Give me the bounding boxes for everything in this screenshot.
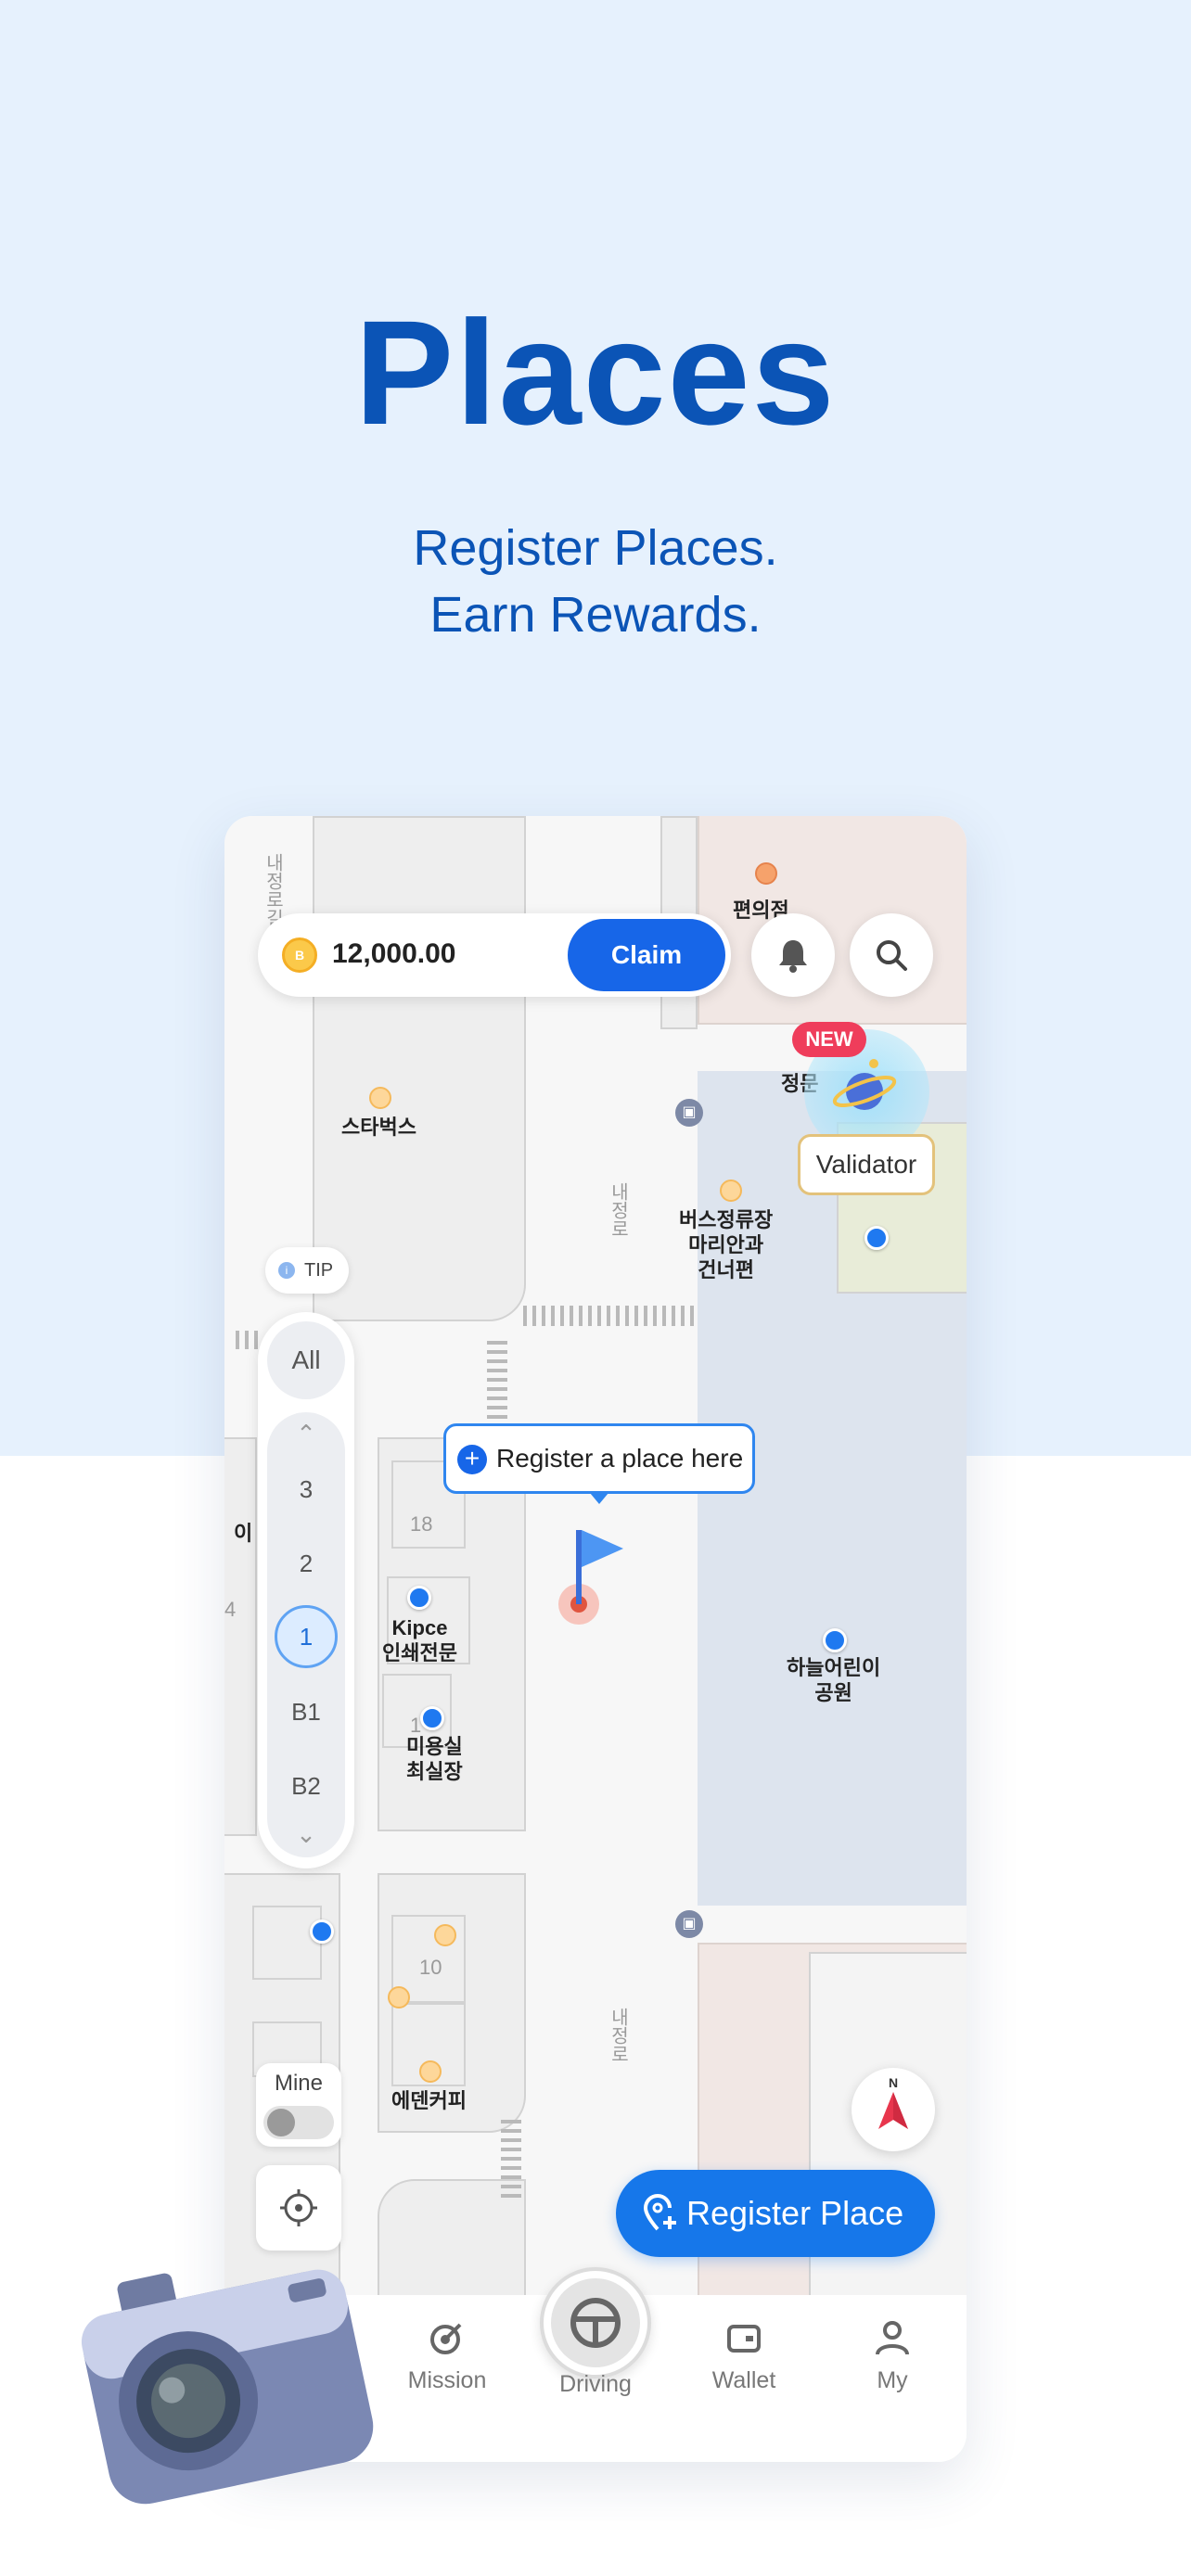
poi-label-line: 마리안과 [688, 1233, 764, 1256]
page-subtitle: Register Places. Earn Rewards. [0, 515, 1191, 648]
poi-label-line: Kipce [391, 1616, 448, 1639]
poi-label-line: 미용실 [406, 1735, 463, 1758]
tab-wallet[interactable]: Wallet [670, 2295, 818, 2462]
subtitle-line-1: Register Places. [413, 520, 778, 576]
building-number: 18 [410, 1512, 433, 1536]
poi-label-line: 공원 [814, 1681, 852, 1704]
poi-label-line: 인쇄전문 [382, 1641, 457, 1664]
phone-screen: 내정로길 내정로 내정로 편의점 스타벅스 ▣ 버스정류장 마리안과 건너편 정… [224, 816, 967, 2462]
planet-icon [832, 1059, 897, 1110]
coin-balance-bar: B 12,000.00 Claim [258, 913, 731, 997]
wallet-icon [727, 2325, 761, 2353]
poi-marker[interactable] [755, 862, 777, 885]
floor-item-b2[interactable]: B2 [267, 1772, 345, 1801]
person-icon [876, 2321, 909, 2355]
map-block [313, 816, 526, 1321]
chevron-down-icon[interactable]: ⌄ [267, 1820, 345, 1849]
new-badge: NEW [792, 1022, 866, 1057]
tip-label: TIP [304, 1260, 334, 1281]
floor-item-3[interactable]: 3 [267, 1475, 345, 1504]
poi-label-line: 건너편 [698, 1258, 754, 1282]
crosswalk [501, 2119, 521, 2198]
tooltip-arrow [590, 1493, 608, 1504]
tip-button[interactable]: i TIP [265, 1247, 349, 1294]
bus-stop-icon[interactable]: ▣ [675, 1910, 703, 1938]
tab-label: Mission [407, 2367, 487, 2393]
tab-mission[interactable]: Mission [373, 2295, 521, 2462]
crosswalk [523, 1306, 695, 1326]
poi-marker-blue[interactable] [823, 1628, 847, 1652]
building-number: 10 [419, 1956, 442, 1979]
subtitle-line-2: Earn Rewards. [429, 587, 762, 643]
floor-all-button[interactable]: All [267, 1321, 345, 1399]
claim-button[interactable]: Claim [568, 919, 725, 991]
tab-driving[interactable]: Driving [521, 2295, 670, 2462]
camera-illustration-icon [81, 2269, 374, 2505]
register-place-tooltip[interactable]: + Register a place here [443, 1423, 755, 1494]
location-plus-icon [643, 2194, 676, 2231]
map-block [224, 1437, 257, 1836]
tab-label: My [877, 2367, 908, 2393]
search-button[interactable] [850, 913, 933, 997]
poi-label-partial: 이 [234, 1522, 253, 1545]
register-place-label: Register Place [686, 2194, 904, 2232]
plus-icon: + [457, 1445, 487, 1474]
poi-marker-blue[interactable] [407, 1586, 431, 1610]
poi-marker[interactable] [388, 1986, 410, 2009]
road-label: 내정로 [608, 2008, 628, 2063]
register-place-button[interactable]: Register Place [616, 2170, 935, 2257]
register-tooltip-label: Register a place here [496, 1444, 744, 1473]
search-icon [877, 940, 907, 971]
compass-button[interactable]: N [852, 2068, 935, 2151]
compass-icon [878, 2092, 908, 2129]
chevron-up-icon[interactable]: ⌃ [267, 1420, 345, 1448]
bell-icon [779, 940, 807, 973]
info-icon: i [278, 1262, 295, 1279]
toggle-knob [267, 2109, 295, 2136]
current-location-flag-icon [558, 1530, 623, 1625]
tab-label: Wallet [711, 2367, 776, 2393]
poi-label-kipce: Kipce 인쇄전문 [382, 1615, 457, 1665]
poi-label-starbucks: 스타벅스 [341, 1116, 416, 1139]
poi-marker[interactable] [369, 1087, 391, 1109]
floor-list: ⌃ 3 2 1 B1 B2 ⌄ [267, 1412, 345, 1857]
floor-selector: All ⌃ 3 2 1 B1 B2 ⌄ [258, 1312, 354, 1868]
notifications-button[interactable] [751, 913, 835, 997]
poi-marker-blue[interactable] [310, 1919, 334, 1944]
poi-marker[interactable] [434, 1924, 456, 1946]
locate-me-button[interactable] [256, 2165, 341, 2251]
poi-label-park: 하늘어린이 공원 [787, 1655, 880, 1705]
mine-toggle[interactable] [263, 2106, 334, 2139]
poi-marker-blue[interactable] [420, 1706, 444, 1730]
validator-button[interactable]: Validator [798, 1134, 935, 1195]
mine-label: Mine [274, 2071, 324, 2096]
poi-label-bus-stop: 버스정류장 마리안과 건너편 [679, 1207, 773, 1282]
crosshair-icon [280, 2189, 317, 2226]
mission-icon [430, 2323, 462, 2354]
floor-item-1-selected[interactable]: 1 [275, 1605, 338, 1668]
mine-toggle-box: Mine [256, 2063, 341, 2147]
tab-label: Driving [559, 2371, 632, 2397]
poi-marker[interactable] [720, 1180, 742, 1202]
building-number: 4 [224, 1598, 237, 1621]
coin-balance: 12,000.00 [332, 938, 456, 969]
map-block [252, 1906, 322, 1980]
page-title: Places [354, 289, 837, 455]
tab-my[interactable]: My [818, 2295, 967, 2462]
crosswalk [487, 1340, 507, 1428]
poi-label-line: 최실장 [406, 1760, 463, 1783]
floor-item-2[interactable]: 2 [267, 1549, 345, 1578]
bus-stop-icon[interactable]: ▣ [675, 1099, 703, 1127]
poi-label-line: 하늘어린이 [787, 1656, 881, 1679]
poi-label-line: 버스정류장 [679, 1208, 774, 1231]
floor-item-b1[interactable]: B1 [267, 1698, 345, 1727]
coin-icon: B [282, 937, 317, 973]
poi-marker-blue[interactable] [864, 1226, 889, 1250]
poi-marker[interactable] [419, 2060, 442, 2083]
road-label: 내정로 [608, 1182, 628, 1238]
poi-label-salon: 미용실 최실장 [406, 1734, 463, 1784]
poi-label-cafe: 에덴커피 [391, 2089, 467, 2112]
